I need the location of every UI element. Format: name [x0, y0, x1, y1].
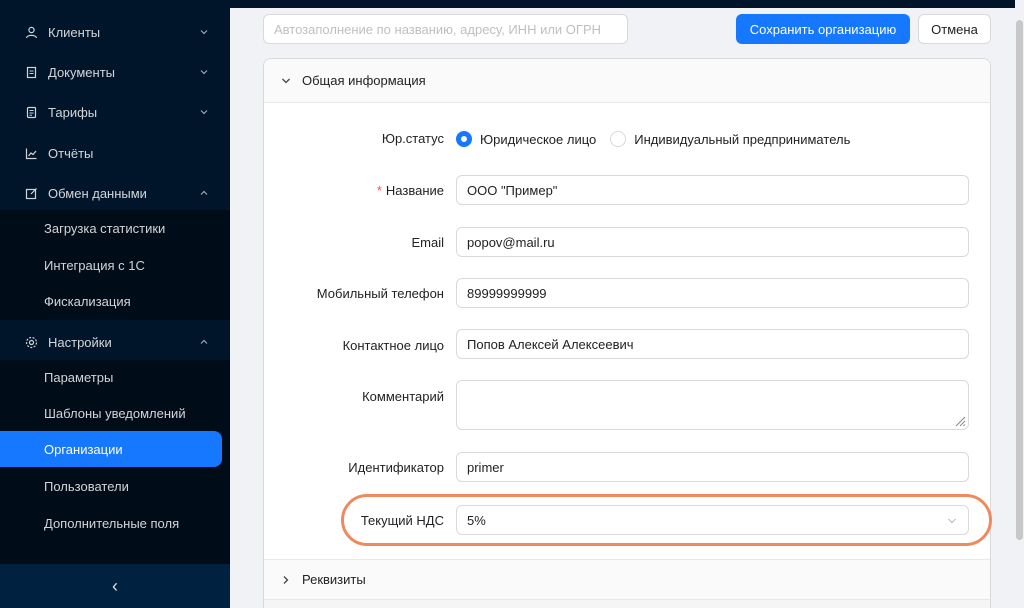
document-icon	[24, 65, 38, 79]
chevron-down-icon	[282, 78, 290, 83]
radio-individual-entrepreneur[interactable]: Индивидуальный предприниматель	[610, 131, 850, 147]
chevron-down-icon	[948, 518, 956, 524]
name-label: * Название	[264, 183, 444, 198]
save-organization-button[interactable]: Сохранить организацию	[736, 14, 910, 44]
chevron-up-icon	[200, 339, 208, 344]
sidebar-item-settings[interactable]: Настройки	[0, 322, 230, 362]
chevron-up-icon	[200, 190, 208, 195]
name-field[interactable]	[456, 175, 969, 205]
user-icon	[24, 25, 38, 39]
chart-icon	[24, 146, 38, 160]
sidebar-item-label: Документы	[48, 64, 116, 80]
sidebar-item-clients[interactable]: Клиенты	[0, 12, 230, 52]
top-strip	[230, 0, 1024, 8]
cancel-button[interactable]: Отмена	[918, 14, 991, 44]
comment-label: Комментарий	[362, 389, 444, 404]
contact-label: Контактное лицо	[342, 338, 444, 353]
sidebar-item-data-exchange[interactable]: Обмен данными	[0, 173, 230, 213]
gear-icon	[24, 335, 38, 349]
legal-status-label: Юр.статус	[381, 131, 444, 146]
contact-person-field[interactable]	[456, 329, 969, 359]
sidebar-item-label: Тарифы	[48, 104, 98, 120]
radio-legal-entity[interactable]: Юридическое лицо	[456, 131, 596, 147]
sidebar-subitem-fiscalization[interactable]: Фискализация	[0, 283, 230, 319]
chevron-left-icon: ‹	[112, 575, 118, 596]
identifier-field[interactable]	[456, 452, 969, 482]
radio-checked-icon	[456, 131, 472, 147]
sidebar-item-label: Настройки	[48, 334, 112, 350]
radio-label: Индивидуальный предприниматель	[634, 131, 851, 147]
panel-title: Общая информация	[302, 73, 426, 88]
sidebar-item-label: Клиенты	[48, 24, 101, 40]
chevron-down-icon	[200, 70, 208, 75]
resize-grip-icon[interactable]	[952, 413, 966, 427]
sidebar-subitem-users[interactable]: Пользователи	[0, 468, 230, 504]
sidebar-item-label: Отчёты	[48, 145, 94, 161]
sidebar-item-documents[interactable]: Документы	[0, 52, 230, 92]
email-field[interactable]	[456, 227, 969, 257]
sidebar-item-reports[interactable]: Отчёты	[0, 133, 230, 173]
sidebar-subitem-notification-templates[interactable]: Шаблоны уведомлений	[0, 395, 230, 431]
sidebar-subitem-parameters[interactable]: Параметры	[0, 359, 230, 395]
general-info-header[interactable]: Общая информация	[264, 59, 990, 103]
file-icon	[24, 105, 38, 119]
vat-label: Текущий НДС	[360, 513, 444, 528]
sidebar-collapse-button[interactable]: ‹	[0, 564, 230, 608]
comment-textarea[interactable]	[456, 380, 969, 430]
requisites-header[interactable]: Реквизиты	[264, 559, 990, 599]
chevron-down-icon	[200, 110, 208, 115]
next-section-edge	[264, 599, 990, 608]
sidebar-subitem-statistics-upload[interactable]: Загрузка статистики	[0, 210, 230, 246]
radio-label: Юридическое лицо	[480, 131, 597, 147]
phone-label: Мобильный телефон	[316, 286, 444, 301]
sidebar-subitem-1c-integration[interactable]: Интеграция с 1С	[0, 247, 230, 283]
sidebar-item-label: Обмен данными	[48, 185, 147, 201]
radio-unchecked-icon	[610, 131, 627, 147]
sidebar: Клиенты Документы Тарифы Отчёты Обмен да…	[0, 0, 230, 608]
chevron-right-icon	[283, 575, 289, 584]
required-mark: *	[376, 183, 382, 198]
email-label: Email	[411, 235, 444, 250]
sidebar-subitem-custom-fields[interactable]: Дополнительные поля	[0, 505, 230, 541]
chevron-down-icon	[200, 30, 208, 35]
requisites-title: Реквизиты	[302, 572, 366, 587]
identifier-label: Идентификатор	[348, 460, 444, 475]
sidebar-item-tariffs[interactable]: Тарифы	[0, 92, 230, 132]
vat-selected-value: 5%	[467, 512, 486, 528]
sidebar-subitem-organizations[interactable]: Организации	[0, 431, 222, 467]
legal-status-radio-group: Юридическое лицо Индивидуальный предприн…	[456, 130, 864, 148]
scrollbar-thumb[interactable]	[1016, 20, 1023, 540]
phone-field[interactable]	[456, 278, 969, 308]
name-label-text: Название	[385, 183, 444, 198]
autofill-search-input[interactable]	[263, 14, 628, 44]
vat-select[interactable]: 5%	[456, 505, 969, 535]
edit-icon	[24, 186, 38, 200]
